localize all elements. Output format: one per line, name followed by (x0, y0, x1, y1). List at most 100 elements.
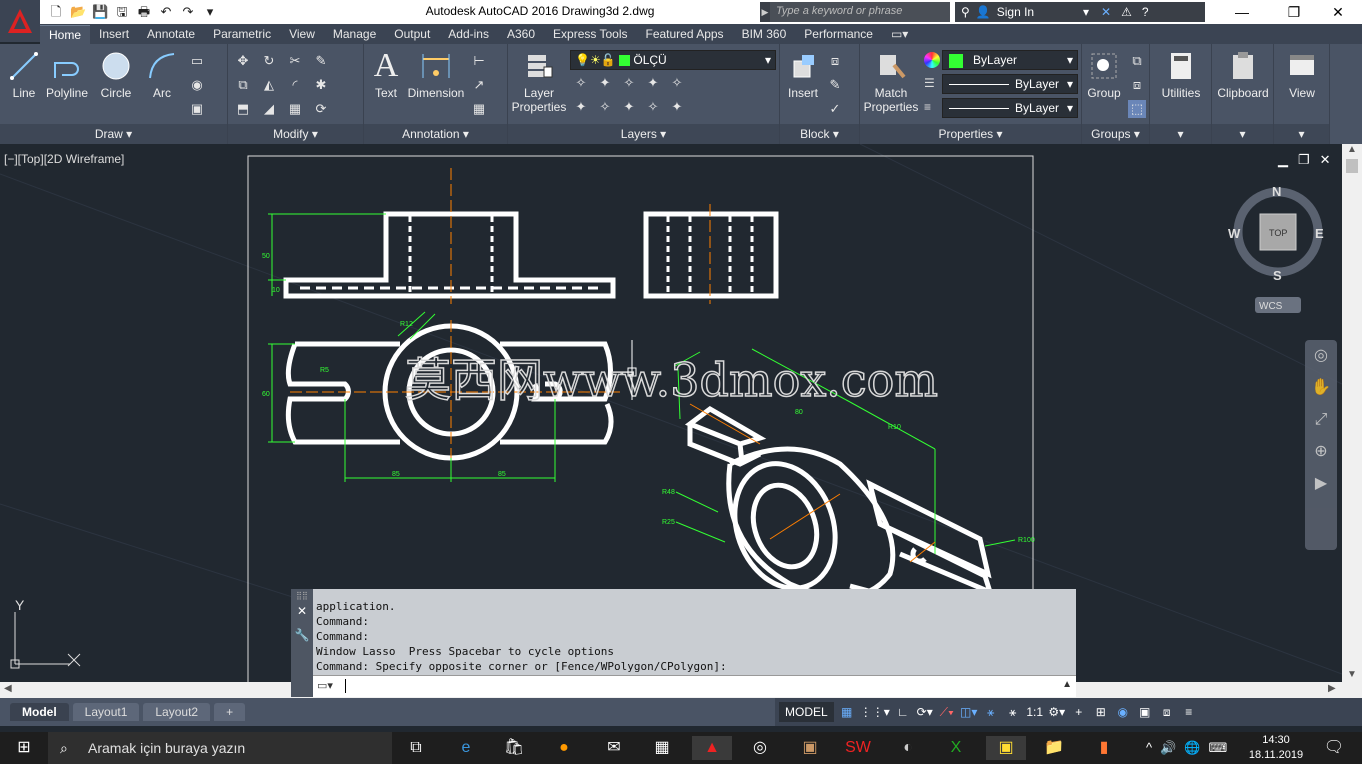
group-select-icon[interactable]: ⬚ (1128, 100, 1146, 118)
layout-tab-model[interactable]: Model (10, 703, 69, 721)
polar-icon[interactable]: ⟳▾ (916, 702, 934, 722)
tab-insert[interactable]: Insert (90, 25, 138, 44)
scale-icon[interactable]: ◢ (260, 100, 278, 118)
osnap-icon[interactable]: ◫▾ (960, 702, 978, 722)
match-properties-button[interactable]: Match Properties (862, 50, 920, 114)
command-window[interactable]: ⣿⣿ ✕ 🔧 application. Command: Command: Windo… (291, 589, 1076, 697)
dimension-button[interactable]: Dimension (406, 50, 466, 100)
array-icon[interactable]: ▦ (286, 100, 304, 118)
hardware-accel-icon[interactable]: ▣ (1136, 702, 1154, 722)
isolate-objects-icon[interactable]: ◉ (1114, 702, 1132, 722)
clean-screen-icon[interactable]: ⧈ (1158, 702, 1176, 722)
print-icon[interactable]: 🖶 (136, 4, 152, 20)
layout-tab-layout2[interactable]: Layout2 (143, 703, 211, 721)
save-icon[interactable]: 💾 (92, 4, 108, 20)
utilities-expand[interactable]: ▾ (1150, 124, 1211, 144)
add-layout-button[interactable]: + (214, 703, 246, 721)
ungroup-icon[interactable]: ⧉ (1128, 52, 1146, 70)
sign-in-button[interactable]: ⚲ 👤 Sign In ▾ (955, 2, 1095, 22)
tab-manage[interactable]: Manage (324, 25, 385, 44)
insert-button[interactable]: Insert (782, 50, 824, 100)
grip-icon[interactable]: ⣿⣿ (291, 591, 313, 600)
viewport-minimize-icon[interactable]: ▁ (1278, 152, 1288, 168)
clipboard-expand[interactable]: ▾ (1212, 124, 1273, 144)
annotation-visibility-icon[interactable]: ⚹ (982, 702, 1000, 722)
help-icon[interactable]: ? (1142, 5, 1149, 19)
layer-previous-icon[interactable]: ✧ (596, 98, 614, 116)
zoom-extents-icon[interactable]: ⤢ (1305, 404, 1337, 436)
clock[interactable]: 14:30 18.11.2019 (1246, 733, 1306, 763)
snap-icon[interactable]: ⋮⋮▾ (860, 702, 890, 722)
compass-w[interactable]: W (1228, 226, 1241, 241)
steering-wheel-icon[interactable]: ◎ (1305, 340, 1337, 372)
copy-icon[interactable]: ⧉ (234, 76, 252, 94)
app-menu-button[interactable] (0, 0, 40, 42)
tab-express-tools[interactable]: Express Tools (544, 25, 636, 44)
layer-walk-icon[interactable]: ✧ (644, 98, 662, 116)
viewport-close-icon[interactable]: ✕ (1320, 152, 1331, 168)
workspace-gear-icon[interactable]: ⚙▾ (1048, 702, 1066, 722)
layer-off-icon[interactable]: ✧ (572, 74, 590, 92)
keyboard-icon[interactable]: ⌨ (1208, 740, 1227, 756)
fillet-icon[interactable]: ◜ (286, 76, 304, 94)
store-icon[interactable]: 🛍 (494, 736, 534, 760)
solidworks-icon[interactable]: SW (838, 736, 878, 760)
annotation-panel-title[interactable]: Annotation ▾ (364, 124, 507, 144)
app-circle-icon[interactable]: ◎ (740, 736, 780, 760)
open-icon[interactable]: 📂 (70, 4, 86, 20)
showmotion-icon[interactable]: ▶ (1305, 468, 1337, 500)
command-handle[interactable]: ⣿⣿ ✕ 🔧 (291, 589, 313, 697)
language-icon[interactable]: 🌐 (1184, 740, 1200, 756)
compass-e[interactable]: E (1315, 226, 1324, 241)
exchange-icon[interactable]: ✕ (1101, 5, 1111, 19)
app-yellow-icon[interactable]: ▣ (986, 736, 1026, 760)
save-as-icon[interactable]: 🖫 (114, 4, 130, 20)
line-button[interactable]: Line (6, 50, 42, 100)
grid-icon[interactable]: ▦ (838, 702, 856, 722)
layer-freeze-icon[interactable]: ✧ (620, 74, 638, 92)
calculator-app-icon[interactable]: ▦ (642, 736, 682, 760)
table-icon[interactable]: ▦ (470, 100, 488, 118)
layer-dropdown[interactable]: 💡☀🔓 ÖLÇÜ ▾ (570, 50, 776, 70)
annotation-scale-button[interactable]: 1:1 (1026, 702, 1044, 722)
close-command-icon[interactable]: ✕ (291, 604, 313, 618)
clipboard-button[interactable]: Clipboard (1214, 50, 1272, 100)
create-block-icon[interactable]: ⧈ (826, 52, 844, 70)
attribute-icon[interactable]: ✓ (826, 100, 844, 118)
layer-unlock-icon[interactable]: ✧ (668, 74, 686, 92)
tab-bim-360[interactable]: BIM 360 (733, 25, 796, 44)
app-sphere-icon[interactable]: ◐ (888, 736, 928, 760)
search-input[interactable]: Type a keyword or phrase (770, 2, 950, 22)
task-view-icon[interactable]: ⧉ (396, 736, 436, 760)
erase-icon[interactable]: ✎ (312, 52, 330, 70)
ribbon-options-icon[interactable]: ▭▾ (882, 25, 917, 44)
a360-icon[interactable]: ⚠ (1121, 5, 1132, 19)
utilities-button[interactable]: Utilities (1152, 50, 1210, 100)
group-button[interactable]: Group (1084, 50, 1124, 100)
windows-start-icon[interactable]: ⊞ (4, 736, 44, 760)
mirror-icon[interactable]: ◭ (260, 76, 278, 94)
isodraft-icon[interactable]: ⟋▾ (938, 702, 956, 722)
command-input[interactable]: ▭▾ ▲ (313, 675, 1076, 697)
pan-icon[interactable]: ✋ (1305, 372, 1337, 404)
modify-panel-title[interactable]: Modify ▾ (228, 124, 363, 144)
draw-panel-title[interactable]: Draw ▾ (0, 124, 227, 144)
region-icon[interactable]: ▣ (188, 100, 206, 118)
block-panel-title[interactable]: Block ▾ (780, 124, 859, 144)
layer-lock-icon[interactable]: ✦ (644, 74, 662, 92)
tab-a360[interactable]: A360 (498, 25, 544, 44)
tab-home[interactable]: Home (40, 25, 91, 44)
undo-icon[interactable]: ↶ (158, 4, 174, 20)
dos-app-icon[interactable]: ▣ (790, 736, 830, 760)
layout-tab-layout1[interactable]: Layout1 (72, 703, 140, 721)
compass-n[interactable]: N (1272, 184, 1281, 199)
rotate-icon[interactable]: ↻ (260, 52, 278, 70)
layer-properties-button[interactable]: Layer Properties (510, 50, 568, 114)
maximize-button[interactable]: ❐ (1270, 0, 1318, 24)
customize-icon[interactable]: ▾ (202, 4, 218, 20)
notification-icon[interactable]: 🗨 (1314, 736, 1354, 760)
trim-icon[interactable]: ✂ (286, 52, 304, 70)
view-button[interactable]: View (1276, 50, 1328, 100)
minimize-button[interactable]: — (1218, 0, 1266, 24)
model-space-button[interactable]: MODEL (779, 702, 834, 722)
